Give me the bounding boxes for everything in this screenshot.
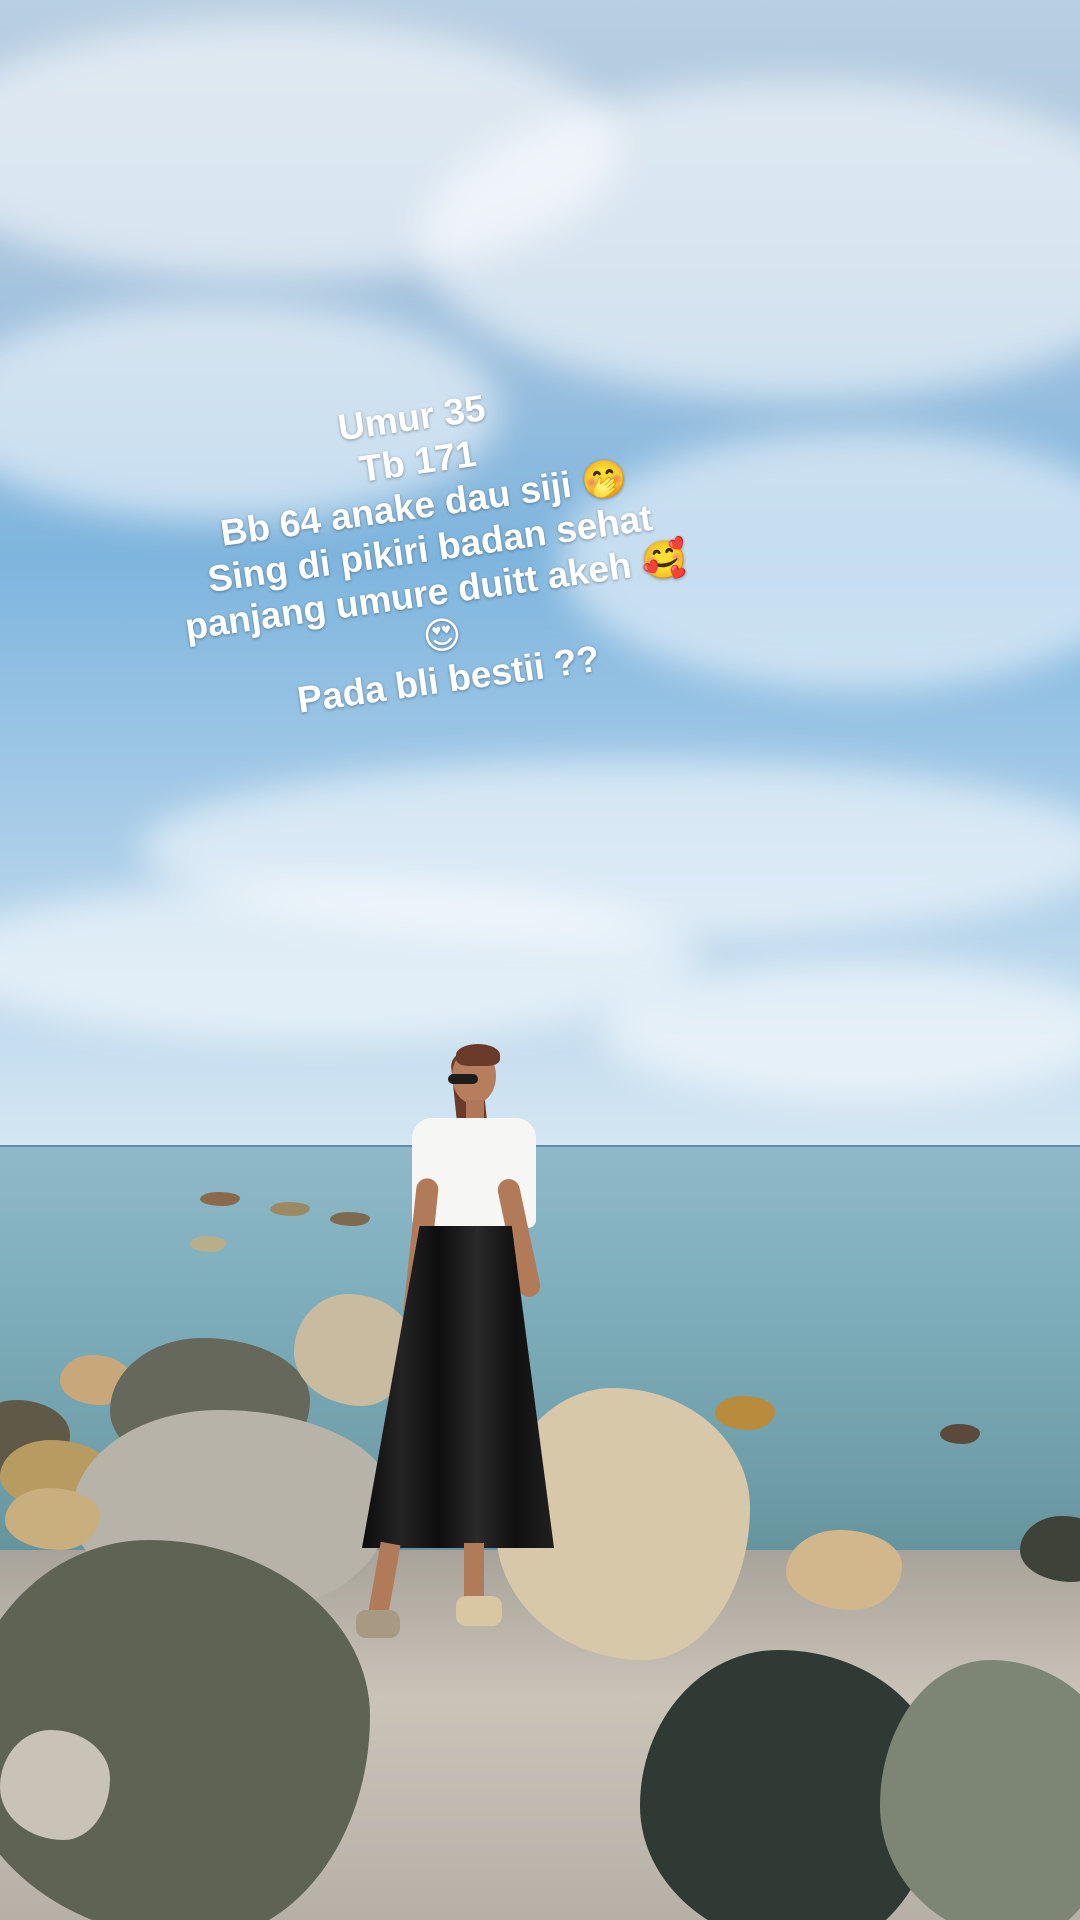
rock — [190, 1236, 226, 1252]
rock — [5, 1488, 100, 1550]
sunglasses — [448, 1074, 478, 1084]
rock — [0, 1730, 110, 1840]
woman — [356, 1044, 556, 1648]
rock — [940, 1424, 980, 1444]
hair-top — [456, 1044, 500, 1066]
rock — [270, 1202, 310, 1216]
photo-scene: Umur 35 Tb 171 Bb 64 anake dau siji 🤭 Si… — [0, 0, 1080, 1920]
leg — [367, 1541, 401, 1621]
sandal — [456, 1596, 502, 1626]
rock — [200, 1192, 240, 1206]
sandal — [356, 1610, 400, 1638]
leg — [464, 1543, 484, 1603]
rock — [715, 1396, 775, 1430]
